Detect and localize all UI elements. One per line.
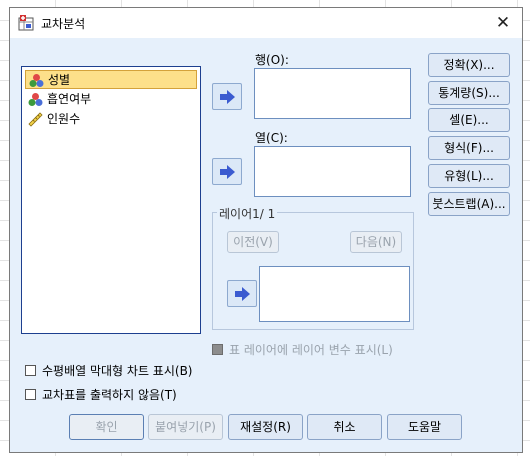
next-layer-button[interactable]: 다음(N) (350, 231, 402, 253)
previous-layer-button[interactable]: 이전(V) (227, 231, 279, 253)
cancel-button[interactable]: 취소 (307, 414, 382, 440)
crosstabs-app-icon (18, 15, 34, 31)
move-to-layer-button[interactable] (227, 280, 257, 307)
suppress-tables-checkbox[interactable] (25, 389, 36, 400)
list-item-smoking[interactable]: 흡연여부 (25, 90, 197, 109)
scale-icon (28, 112, 43, 127)
paste-button[interactable]: 붙여넣기(P) (148, 414, 223, 440)
list-item-label: 흡연여부 (47, 92, 92, 106)
layer-field[interactable] (259, 266, 410, 322)
arrow-right-icon (220, 90, 235, 104)
move-to-columns-button[interactable] (212, 158, 242, 185)
columns-label: 열(C): (255, 131, 288, 145)
layer-variables-checkbox[interactable] (212, 344, 223, 355)
rows-field[interactable] (254, 68, 411, 119)
dialog-title: 교차분석 (41, 17, 86, 31)
list-item-gender[interactable]: 성별 (25, 70, 197, 89)
list-item-label: 인원수 (47, 112, 81, 126)
clustered-bar-label: 수평배열 막대형 차트 표시(B) (42, 364, 193, 378)
clustered-bar-checkbox[interactable] (25, 365, 36, 376)
list-item-count[interactable]: 인원수 (25, 110, 197, 129)
ok-button[interactable]: 확인 (69, 414, 144, 440)
arrow-right-icon (235, 287, 250, 301)
format-button[interactable]: 형식(F)... (428, 136, 510, 160)
source-variable-list[interactable]: 성별 흡연여부 인원수 (21, 66, 201, 334)
nominal-icon (29, 74, 44, 87)
suppress-tables-label: 교차표를 출력하지 않음(T) (42, 388, 177, 402)
rows-label: 행(O): (255, 53, 289, 67)
exact-button[interactable]: 정확(X)... (428, 53, 510, 77)
help-button[interactable]: 도움말 (387, 414, 462, 440)
cells-button[interactable]: 셀(E)... (428, 108, 510, 132)
reset-button[interactable]: 재설정(R) (228, 414, 303, 440)
move-to-rows-button[interactable] (212, 83, 242, 110)
statistics-button[interactable]: 통계량(S)... (428, 81, 510, 105)
title-bar: 교차분석 ✕ (10, 8, 522, 38)
bootstrap-button[interactable]: 붓스트랩(A)... (428, 192, 510, 216)
layer-variables-label: 표 레이어에 레이어 변수 표시(L) (229, 343, 393, 357)
columns-field[interactable] (254, 146, 411, 197)
nominal-icon (28, 93, 43, 106)
list-item-label: 성별 (48, 73, 71, 87)
style-button[interactable]: 유형(L)... (428, 164, 510, 188)
close-icon[interactable]: ✕ (490, 11, 516, 35)
layer-group-label: 레이어1/ 1 (217, 205, 278, 222)
arrow-right-icon (220, 165, 235, 179)
crosstabs-dialog: 교차분석 ✕ 성별 흡연여부 인원수 행(O): 열(C): 정확(X)... … (9, 7, 523, 453)
